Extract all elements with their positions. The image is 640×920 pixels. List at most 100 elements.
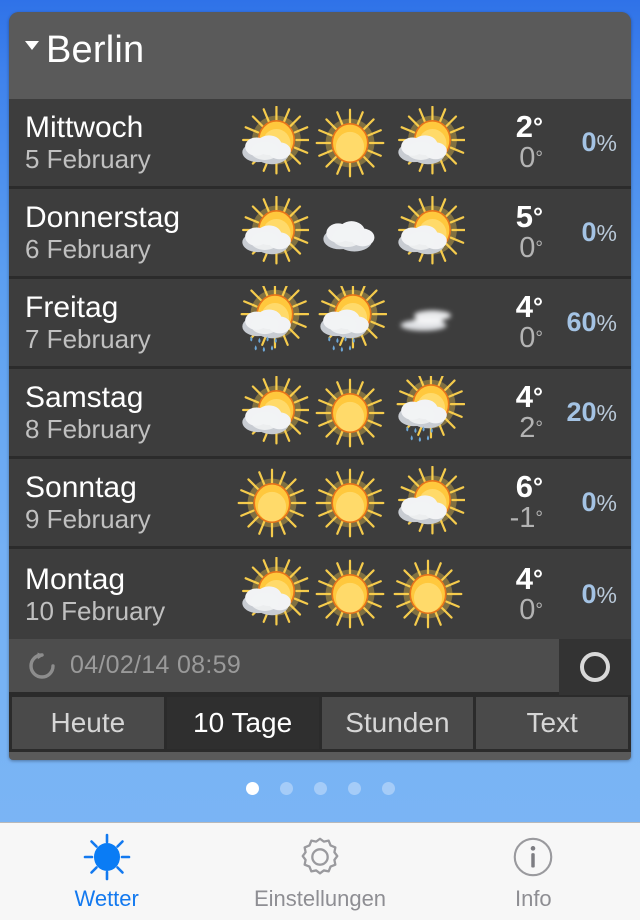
page-dot[interactable] (347, 782, 361, 795)
rain-icon (313, 279, 388, 360)
sun-cloud-icon (235, 195, 311, 270)
page-title: Berlin (46, 29, 145, 71)
precipitation-percent: 0% (581, 127, 617, 157)
info-icon (509, 832, 557, 882)
table-row[interactable]: Montag 10 February 4° 0° 0% (9, 549, 631, 639)
tab-label: Info (514, 885, 552, 911)
low-temperature: -1° (509, 502, 543, 534)
high-temperature: 4° (515, 560, 543, 596)
sun-cloud-icon (235, 556, 311, 631)
refresh-button[interactable] (559, 639, 631, 695)
day-date: 7 February (25, 324, 151, 354)
temperature-group: 4° 0° (471, 560, 543, 626)
tab-label: Wetter (74, 885, 139, 911)
tab-label: Einstellungen (253, 885, 387, 911)
high-temperature: 5° (515, 199, 543, 234)
precipitation-percent: 20% (566, 397, 618, 427)
temperature-group: 5° 0° (471, 201, 543, 264)
segment-stunden[interactable]: Stunden (321, 697, 474, 749)
precipitation-percent: 60% (566, 307, 618, 337)
sun-icon (313, 466, 387, 540)
day-label-group: Sonntag 9 February (25, 471, 235, 534)
condition-icons (235, 195, 467, 270)
temperature-group: 2° 0° (471, 111, 543, 174)
forecast-list: Mittwoch 5 February 2° 0° 0% Donnerstag … (9, 99, 631, 639)
gear-icon (296, 832, 344, 882)
day-date: 8 February (25, 414, 151, 444)
day-label-group: Samstag 8 February (25, 381, 235, 444)
page-dot[interactable] (381, 782, 395, 795)
condition-icons (235, 556, 465, 631)
page-dot[interactable] (245, 782, 259, 795)
sun-icon (82, 832, 132, 882)
weather-card: Berlin Mittwoch 5 February 2° 0° 0% Donn… (9, 12, 631, 760)
sun-cloud-icon (391, 465, 467, 540)
day-name: Mittwoch (25, 111, 144, 144)
sun-icon (235, 466, 309, 540)
day-date: 6 February (25, 234, 151, 264)
table-row[interactable]: Mittwoch 5 February 2° 0° 0% (9, 99, 631, 189)
fog-icon (391, 286, 465, 360)
tab-info[interactable]: Info (427, 823, 640, 920)
segment-10-tage[interactable]: 10 Tage (166, 697, 319, 749)
circle-icon (580, 652, 610, 682)
card-header: Berlin (9, 12, 631, 99)
sun-cloud-icon (391, 195, 467, 270)
day-label-group: Montag 10 February (25, 563, 235, 626)
low-temperature: 0° (519, 322, 543, 354)
day-label-group: Freitag 7 February (25, 291, 235, 354)
day-name: Samstag (25, 381, 144, 414)
day-name: Sonntag (25, 471, 137, 504)
page-dot[interactable] (279, 782, 293, 795)
day-date: 10 February (25, 595, 166, 626)
table-row[interactable]: Freitag 7 February 4° 0° 60% (9, 279, 631, 369)
table-row[interactable]: Sonntag 9 February 6° -1° 0% (9, 459, 631, 549)
day-label-group: Donnerstag 6 February (25, 201, 235, 264)
condition-icons (235, 465, 467, 540)
high-temperature: 4° (515, 379, 543, 414)
low-temperature: 2° (519, 412, 543, 444)
temperature-group: 4° 2° (471, 381, 543, 444)
high-temperature: 6° (515, 469, 543, 504)
condition-icons (235, 279, 465, 360)
sun-icon (391, 557, 465, 631)
low-temperature: 0° (519, 232, 543, 264)
bottom-tab-bar: Wetter Einstellungen Info (0, 822, 640, 920)
chevron-down-icon (25, 41, 39, 50)
sun-cloud-icon (235, 375, 311, 450)
day-name: Freitag (25, 291, 119, 324)
tab-wetter[interactable]: Wetter (0, 823, 213, 920)
temperature-group: 4° 0° (471, 291, 543, 354)
high-temperature: 2° (515, 109, 543, 144)
segment-text[interactable]: Text (476, 697, 628, 749)
day-name: Donnerstag (25, 201, 181, 234)
table-row[interactable]: Donnerstag 6 February 5° 0° 0% (9, 189, 631, 279)
refresh-bar: 04/02/14 08:59 (9, 639, 631, 695)
refresh-arrow-icon[interactable] (27, 651, 57, 681)
day-label-group: Mittwoch 5 February (25, 111, 235, 174)
temperature-group: 6° -1° (471, 471, 543, 534)
rain-icon (391, 369, 466, 450)
day-date: 5 February (25, 144, 151, 174)
precipitation-percent: 0% (581, 578, 617, 609)
rain-icon (235, 279, 310, 360)
sun-icon (313, 106, 387, 180)
page-indicator[interactable] (0, 782, 640, 795)
page-dot[interactable] (313, 782, 327, 795)
segment-heute[interactable]: Heute (12, 697, 164, 749)
table-row[interactable]: Samstag 8 February 4° 2° 20% (9, 369, 631, 459)
cloud-icon (313, 196, 387, 270)
sun-icon (313, 557, 387, 631)
sun-cloud-icon (235, 105, 311, 180)
sun-icon (313, 376, 387, 450)
day-name: Montag (25, 562, 126, 596)
sun-cloud-icon (391, 105, 467, 180)
city-selector[interactable]: Berlin (25, 30, 144, 70)
precipitation-percent: 0% (581, 217, 617, 247)
condition-icons (235, 369, 466, 450)
tab-einstellungen[interactable]: Einstellungen (213, 823, 426, 920)
last-updated-timestamp: 04/02/14 08:59 (70, 651, 242, 679)
condition-icons (235, 105, 467, 180)
low-temperature: 0° (519, 142, 543, 174)
low-temperature: 0° (519, 593, 543, 626)
